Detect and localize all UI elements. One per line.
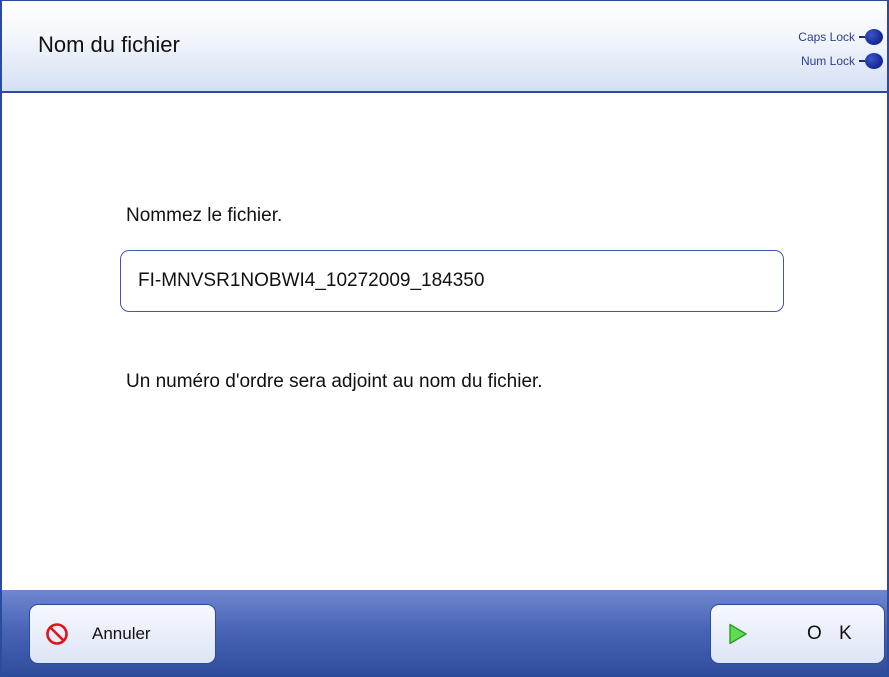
page-title: Nom du fichier	[38, 32, 180, 57]
file-name-screen: Nom du fichier Caps Lock Num Lock Nommez…	[0, 0, 889, 677]
caps-lock-led-icon	[865, 29, 883, 45]
num-lock-indicator: Num Lock	[763, 49, 883, 73]
ok-button-label: O K	[807, 623, 858, 644]
caps-lock-indicator: Caps Lock	[763, 25, 883, 49]
main-content: Nommez le fichier. Un numéro d'ordre ser…	[2, 93, 887, 590]
ok-button[interactable]: O K	[710, 604, 885, 664]
num-lock-label: Num Lock	[800, 54, 855, 68]
caps-lock-label: Caps Lock	[798, 30, 855, 44]
sequence-number-note: Un numéro d'ordre sera adjoint au nom du…	[126, 371, 543, 392]
cancel-button-label: Annuler	[92, 624, 151, 643]
header-bar: Nom du fichier Caps Lock Num Lock	[2, 1, 887, 93]
num-lock-led-icon	[865, 53, 883, 69]
file-name-input[interactable]	[120, 250, 784, 312]
footer-bar: Annuler O K	[2, 590, 887, 675]
file-name-prompt: Nommez le fichier.	[126, 205, 283, 226]
play-arrow-icon	[725, 622, 749, 646]
no-entry-icon	[45, 622, 69, 646]
cancel-button[interactable]: Annuler	[29, 604, 216, 664]
lock-indicators: Caps Lock Num Lock	[763, 25, 883, 73]
